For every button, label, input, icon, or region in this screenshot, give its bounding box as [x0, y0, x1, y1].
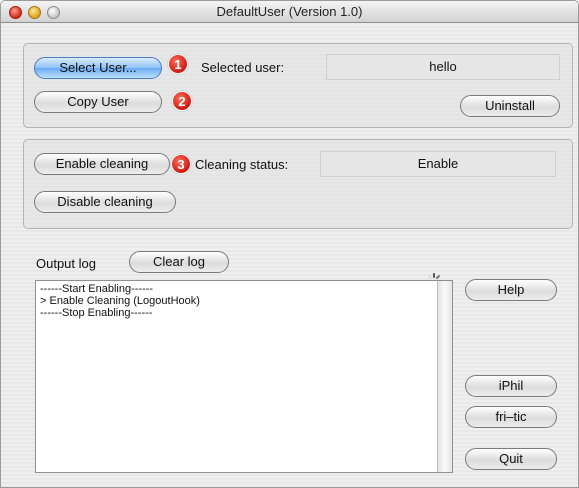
quit-button[interactable]: Quit — [465, 448, 557, 470]
disable-cleaning-button[interactable]: Disable cleaning — [34, 191, 176, 213]
log-line: ------Start Enabling------ — [40, 283, 154, 295]
cleaning-status-value: Enable — [320, 151, 556, 177]
output-log-textarea[interactable]: ------Start Enabling------ > Enable Clea… — [35, 280, 453, 473]
user-group-box: Select User... 1 Selected user: hello Co… — [23, 43, 573, 128]
help-button[interactable]: Help — [465, 279, 557, 301]
app-window: DefaultUser (Version 1.0) Select User...… — [0, 0, 579, 488]
enable-cleaning-button[interactable]: Enable cleaning — [34, 153, 170, 175]
selected-user-label: Selected user: — [201, 60, 285, 75]
cleaning-status-label: Cleaning status: — [195, 157, 289, 172]
log-line: > Enable Cleaning (LogoutHook) — [40, 295, 200, 307]
window-title: DefaultUser (Version 1.0) — [216, 4, 363, 19]
step-badge-2: 2 — [172, 91, 192, 111]
uninstall-button[interactable]: Uninstall — [460, 95, 560, 117]
log-scrollbar[interactable] — [437, 281, 452, 472]
window-content: Select User... 1 Selected user: hello Co… — [1, 24, 578, 487]
log-line: ------Stop Enabling------ — [40, 307, 153, 319]
select-user-button[interactable]: Select User... — [34, 57, 162, 79]
selected-user-value: hello — [326, 54, 560, 80]
fritic-button[interactable]: fri–tic — [465, 406, 557, 428]
step-badge-1: 1 — [168, 54, 188, 74]
output-log-label: Output log — [36, 256, 96, 271]
iphil-button[interactable]: iPhil — [465, 375, 557, 397]
step-badge-3: 3 — [171, 154, 191, 174]
cleaning-group-box: Enable cleaning 3 Cleaning status: Enabl… — [23, 139, 573, 229]
title-bar: DefaultUser (Version 1.0) — [1, 1, 578, 23]
clear-log-button[interactable]: Clear log — [129, 251, 229, 273]
copy-user-button[interactable]: Copy User — [34, 91, 162, 113]
